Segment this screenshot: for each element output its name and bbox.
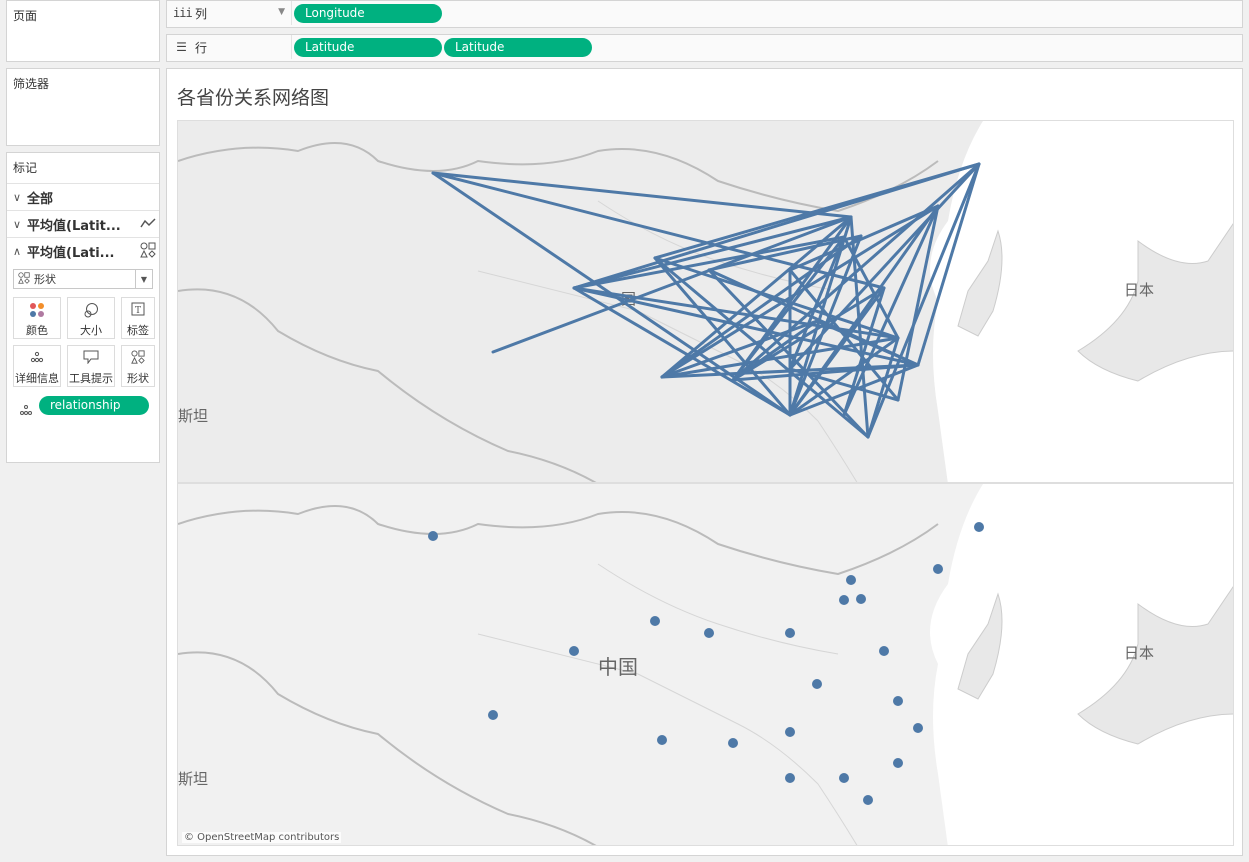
size-button[interactable]: 大小 [67, 297, 115, 339]
filters-panel[interactable]: 筛选器 [6, 68, 160, 146]
mark-type-value: 形状 [34, 273, 56, 286]
pages-title: 页面 [13, 9, 38, 23]
label-label: 标签 [127, 324, 149, 337]
province-points [428, 522, 984, 805]
line-icon [137, 217, 159, 232]
relationship-line[interactable] [431, 171, 853, 219]
province-point[interactable] [893, 758, 903, 768]
label-button[interactable]: T 标签 [121, 297, 155, 339]
columns-shelf-label: iii 列 ▼ [173, 1, 292, 25]
province-point[interactable] [974, 522, 984, 532]
filters-title: 筛选器 [13, 77, 50, 91]
longitude-pill[interactable]: Longitude [294, 4, 442, 23]
province-point[interactable] [863, 795, 873, 805]
latitude-pill-2[interactable]: Latitude [444, 38, 592, 57]
province-point[interactable] [785, 727, 795, 737]
detail-label: 详细信息 [15, 372, 59, 385]
color-button[interactable]: 颜色 [13, 297, 61, 339]
map-pane-lines[interactable]: 国 日本 斯坦 [177, 120, 1234, 483]
province-point[interactable] [839, 595, 849, 605]
province-point[interactable] [488, 710, 498, 720]
columns-icon: iii [173, 6, 193, 20]
pill-label: Latitude [455, 40, 505, 54]
relationship-line[interactable] [491, 215, 853, 354]
shape-icon [14, 271, 34, 287]
marks-title: 标记 [13, 161, 38, 175]
color-icon [14, 302, 60, 322]
shape-button[interactable]: 形状 [121, 345, 155, 387]
shape-icon [122, 350, 154, 370]
size-label: 大小 [80, 324, 102, 337]
svg-text:T: T [135, 306, 141, 316]
mark-type-dropdown[interactable]: 形状 ▼ [13, 269, 153, 289]
pill-label: Longitude [305, 6, 365, 20]
map-pane-points[interactable]: 中国 日本 斯坦 © OpenStreetMap contributors [177, 483, 1234, 846]
province-point[interactable] [785, 628, 795, 638]
relationship-pill[interactable]: relationship [39, 396, 149, 415]
marks-card-shape[interactable]: ∧ 平均值(Lati... [7, 237, 159, 264]
province-point[interactable] [856, 594, 866, 604]
chevron-down-icon: ∨ [12, 190, 22, 204]
latitude-pill-1[interactable]: Latitude [294, 38, 442, 57]
province-point[interactable] [839, 773, 849, 783]
shape-icon [137, 242, 159, 261]
pages-panel[interactable]: 页面 [6, 0, 160, 62]
province-point[interactable] [650, 616, 660, 626]
pill-label: relationship [50, 398, 121, 412]
map-attribution: © OpenStreetMap contributors [182, 832, 342, 843]
marks-card-line[interactable]: ∨ 平均值(Latit... [7, 210, 159, 237]
view-title: 各省份关系网络图 [177, 87, 330, 109]
chevron-up-icon: ∧ [12, 244, 22, 258]
province-point[interactable] [569, 646, 579, 656]
network-lines [431, 162, 981, 439]
rows-icon: ☰ [176, 40, 187, 54]
marks-card-label: 平均值(Lati... [27, 245, 115, 261]
province-point[interactable] [879, 646, 889, 656]
label-icon: T [122, 302, 154, 322]
rows-label-text: 行 [195, 40, 208, 55]
detail-button[interactable]: 详细信息 [13, 345, 61, 387]
rows-shelf-label: ☰ 行 [173, 35, 292, 59]
detail-icon [19, 401, 33, 420]
chevron-down-icon: ▼ [278, 7, 285, 17]
rows-shelf[interactable]: ☰ 行 Latitude Latitude [166, 34, 1243, 62]
province-point[interactable] [846, 575, 856, 585]
province-point[interactable] [812, 679, 822, 689]
marks-card-label: 平均值(Latit... [27, 218, 121, 234]
dropdown-caret-icon: ▼ [135, 270, 152, 288]
marks-panel: 标记 ∨ 全部 ∨ 平均值(Latit... ∧ 平均值(Lati... 形状 … [6, 152, 160, 463]
size-icon [68, 302, 114, 322]
pill-label: Latitude [305, 40, 355, 54]
shape-label: 形状 [127, 372, 149, 385]
view-area: 各省份关系网络图 国 日本 斯坦 中国 日本 斯坦 [166, 68, 1243, 856]
province-point[interactable] [913, 723, 923, 733]
tooltip-button[interactable]: 工具提示 [67, 345, 115, 387]
detail-icon [14, 350, 60, 370]
columns-label-text: 列 [195, 6, 208, 21]
relationship-line[interactable] [572, 286, 792, 417]
province-point[interactable] [704, 628, 714, 638]
tooltip-label: 工具提示 [69, 372, 113, 385]
province-point[interactable] [428, 531, 438, 541]
province-point[interactable] [933, 564, 943, 574]
province-point[interactable] [657, 735, 667, 745]
columns-shelf[interactable]: iii 列 ▼ Longitude [166, 0, 1243, 28]
province-point[interactable] [728, 738, 738, 748]
chevron-down-icon: ∨ [12, 217, 22, 231]
marks-card-all[interactable]: ∨ 全部 [7, 183, 159, 210]
province-point[interactable] [893, 696, 903, 706]
marks-card-label: 全部 [27, 191, 54, 207]
color-label: 颜色 [26, 324, 48, 337]
tooltip-icon [68, 350, 114, 370]
province-point[interactable] [785, 773, 795, 783]
